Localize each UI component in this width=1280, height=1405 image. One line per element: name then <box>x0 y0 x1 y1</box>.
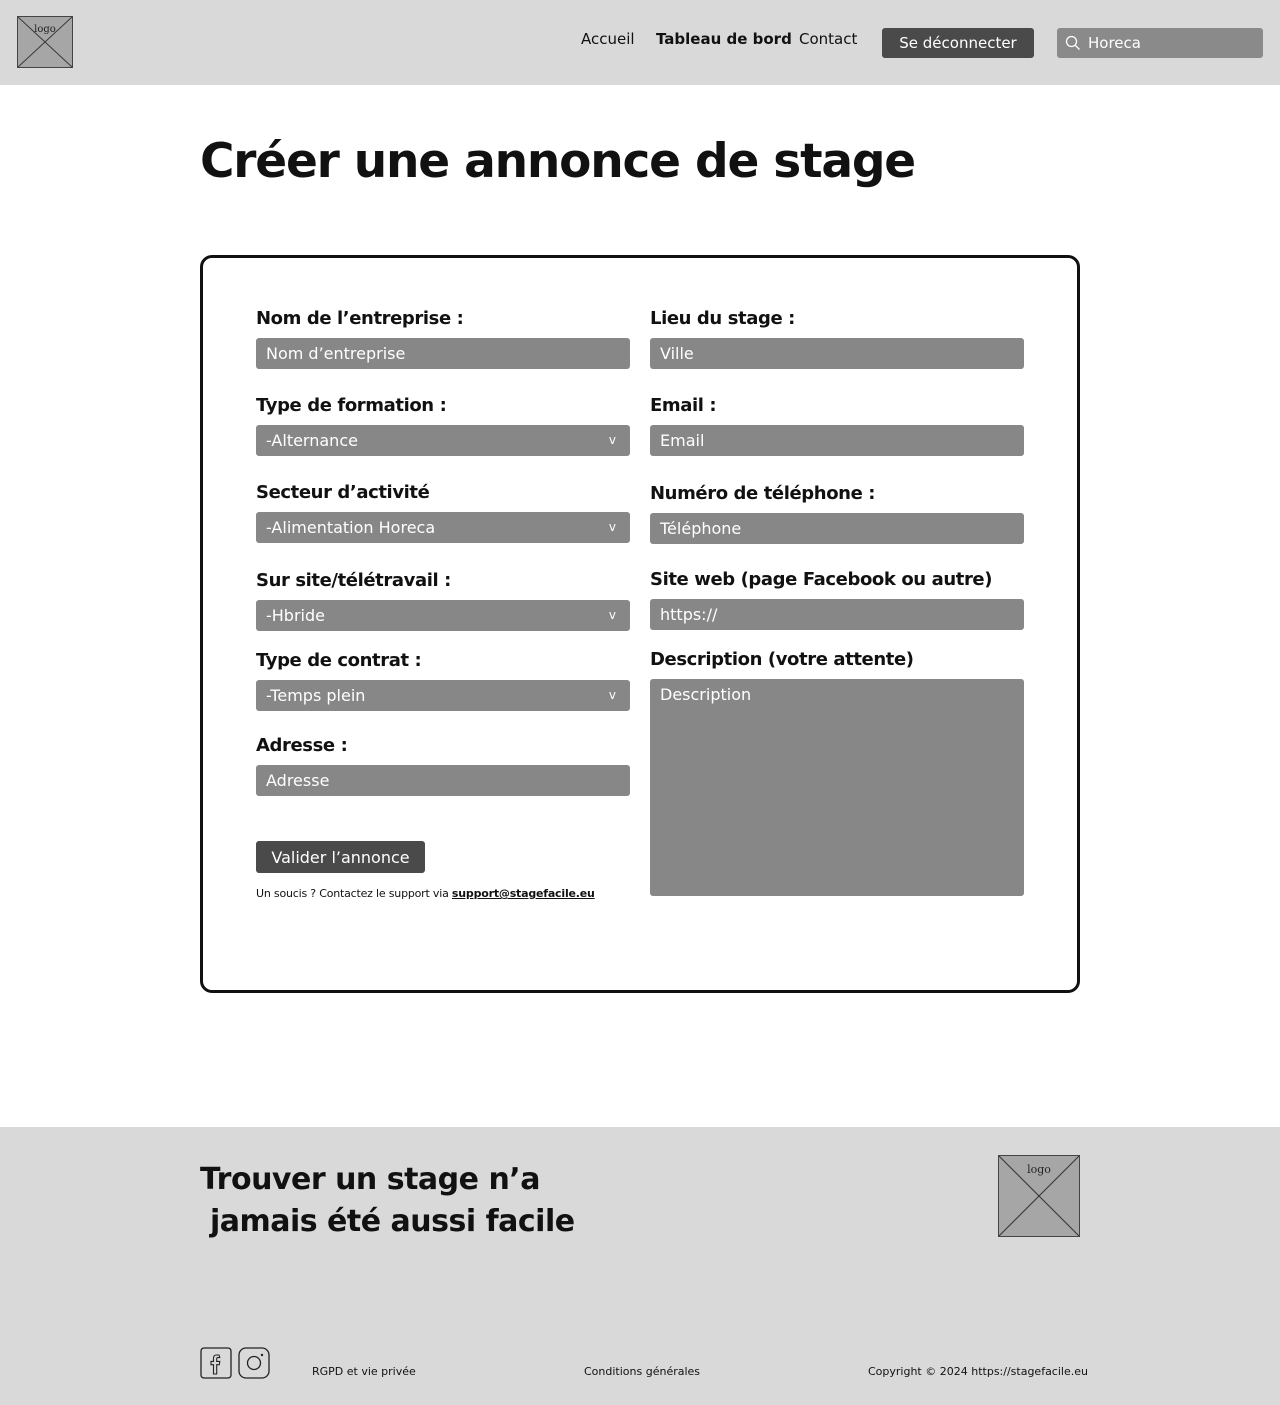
logo-text: logo <box>34 24 56 35</box>
work-mode-label: Sur site/télétravail : <box>256 570 451 591</box>
footer-terms-link[interactable]: Conditions générales <box>584 1365 700 1378</box>
sector-value: -Alimentation Horeca <box>266 518 436 537</box>
site-footer: Trouver un stage n’a jamais été aussi fa… <box>0 1127 1280 1405</box>
support-email-link[interactable]: support@stagefacile.eu <box>452 887 595 900</box>
address-label: Adresse : <box>256 735 348 756</box>
chevron-down-icon: v <box>608 433 616 447</box>
sector-label: Secteur d’activité <box>256 482 430 503</box>
search-input[interactable] <box>1088 28 1258 58</box>
company-input[interactable]: Nom d’entreprise <box>256 338 630 369</box>
support-text: Un soucis ? Contactez le support via <box>256 887 452 900</box>
support-line: Un soucis ? Contactez le support via sup… <box>256 887 595 900</box>
nav-accueil[interactable]: Accueil <box>581 30 635 48</box>
header-logo[interactable]: logo <box>17 16 73 68</box>
sector-select[interactable]: -Alimentation Horeca v <box>256 512 630 543</box>
footer-rgpd-link[interactable]: RGPD et vie privée <box>312 1365 416 1378</box>
website-label: Site web (page Facebook ou autre) <box>650 569 993 590</box>
contract-type-label: Type de contrat : <box>256 650 422 671</box>
site-header: logo Accueil Tableau de bord Contact Se … <box>0 0 1280 85</box>
search-box[interactable] <box>1057 28 1263 58</box>
work-mode-select[interactable]: -Hbride v <box>256 600 630 631</box>
submit-button[interactable]: Valider l’annonce <box>256 841 425 873</box>
phone-label: Numéro de téléphone : <box>650 483 876 504</box>
instagram-icon[interactable] <box>238 1347 270 1379</box>
contract-type-value: -Temps plein <box>266 686 366 705</box>
chevron-down-icon: v <box>608 520 616 534</box>
chevron-down-icon: v <box>608 608 616 622</box>
footer-logo[interactable]: logo <box>998 1155 1080 1237</box>
logout-button[interactable]: Se déconnecter <box>882 28 1034 58</box>
training-type-value: -Alternance <box>266 431 358 450</box>
website-input[interactable]: https:// <box>650 599 1024 630</box>
description-textarea[interactable]: Description <box>650 679 1024 896</box>
page-title: Créer une annonce de stage <box>200 134 916 189</box>
training-type-select[interactable]: -Alternance v <box>256 425 630 456</box>
contract-type-select[interactable]: -Temps plein v <box>256 680 630 711</box>
search-icon <box>1065 35 1080 50</box>
chevron-down-icon: v <box>608 688 616 702</box>
footer-tagline: Trouver un stage n’a jamais été aussi fa… <box>200 1159 575 1243</box>
company-label: Nom de l’entreprise : <box>256 308 464 329</box>
tagline-line-1: Trouver un stage n’a <box>200 1162 540 1197</box>
training-type-label: Type de formation : <box>256 395 447 416</box>
address-input[interactable]: Adresse <box>256 765 630 796</box>
internship-form: Nom de l’entreprise : Nom d’entreprise T… <box>200 255 1080 993</box>
facebook-icon[interactable] <box>200 1347 232 1379</box>
phone-input[interactable]: Téléphone <box>650 513 1024 544</box>
email-label: Email : <box>650 395 717 416</box>
logo-text: logo <box>1027 1163 1051 1176</box>
nav-contact[interactable]: Contact <box>799 30 857 48</box>
tagline-line-2: jamais été aussi facile <box>200 1204 575 1239</box>
location-label: Lieu du stage : <box>650 308 795 329</box>
location-input[interactable]: Ville <box>650 338 1024 369</box>
work-mode-value: -Hbride <box>266 606 325 625</box>
description-label: Description (votre attente) <box>650 649 914 670</box>
nav-tableau-de-bord[interactable]: Tableau de bord <box>656 30 792 48</box>
footer-copyright: Copyright © 2024 https://stagefacile.eu <box>868 1365 1088 1378</box>
email-input[interactable]: Email <box>650 425 1024 456</box>
